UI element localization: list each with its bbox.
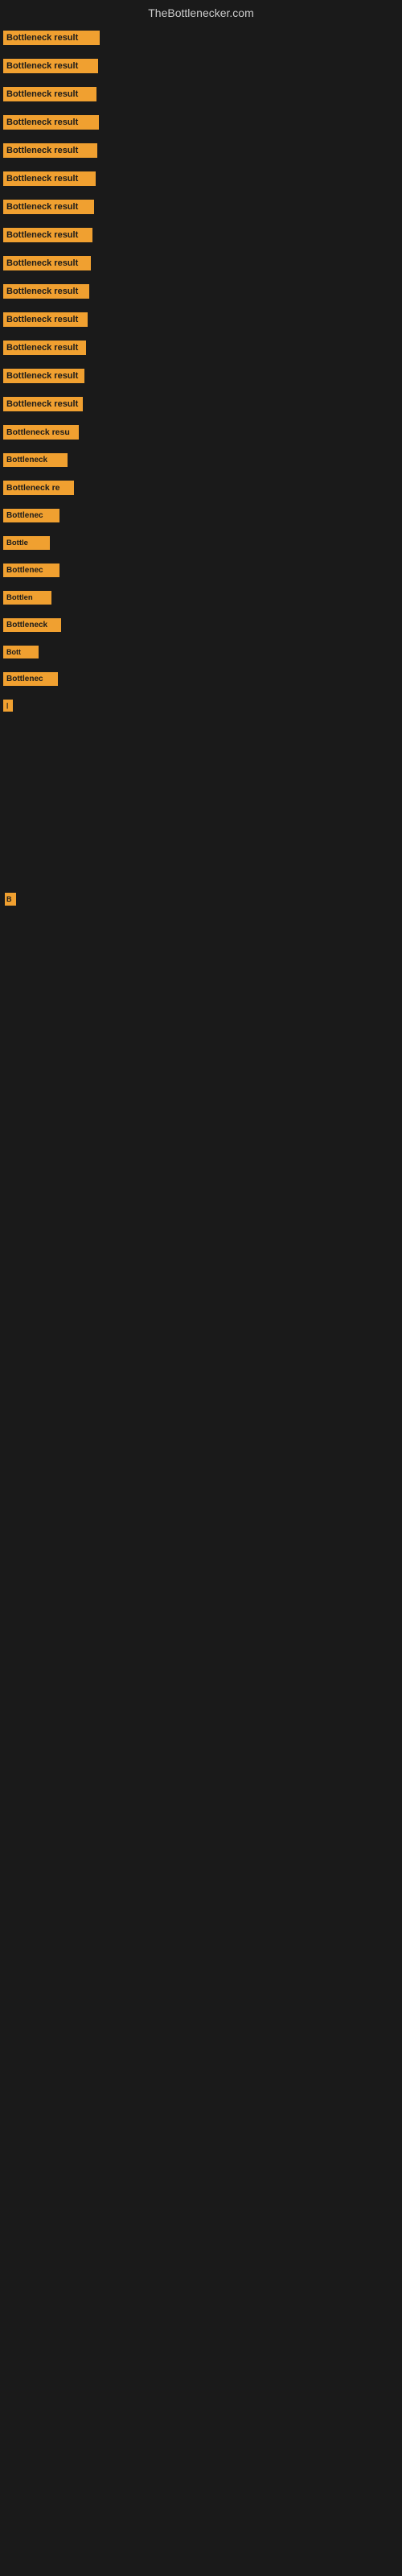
bottleneck-label-6: Bottleneck result	[3, 171, 96, 186]
bottleneck-label-16: Bottleneck	[3, 453, 68, 467]
bottleneck-item-13: Bottleneck result	[0, 364, 402, 392]
bottleneck-label-11: Bottleneck result	[3, 312, 88, 327]
bottleneck-item-24: Bottlenec	[0, 667, 402, 695]
site-title: TheBottlenecker.com	[0, 0, 402, 26]
bottleneck-item-8: Bottleneck result	[0, 223, 402, 251]
bottleneck-item-16: Bottleneck	[0, 448, 402, 476]
bottleneck-item-11: Bottleneck result	[0, 308, 402, 336]
bottleneck-label-3: Bottleneck result	[3, 87, 96, 101]
bottleneck-item-1: Bottleneck result	[0, 26, 402, 54]
bottleneck-label-14: Bottleneck result	[3, 397, 83, 411]
bottleneck-label-17: Bottleneck re	[3, 481, 74, 495]
bottleneck-item-17: Bottleneck re	[0, 476, 402, 504]
bottleneck-label-1: Bottleneck result	[3, 31, 100, 45]
bottleneck-label-4: Bottleneck result	[3, 115, 99, 130]
bottleneck-label-23: Bott	[3, 646, 39, 658]
lone-label: B	[5, 893, 16, 906]
bottleneck-item-19: Bottle	[0, 531, 402, 559]
bottleneck-label-15: Bottleneck resu	[3, 425, 79, 440]
bottleneck-item-20: Bottlenec	[0, 559, 402, 586]
bottleneck-item-10: Bottleneck result	[0, 279, 402, 308]
bottleneck-label-18: Bottlenec	[3, 509, 59, 522]
bottleneck-item-7: Bottleneck result	[0, 195, 402, 223]
bottleneck-item-12: Bottleneck result	[0, 336, 402, 364]
bottleneck-item-22: Bottleneck	[0, 613, 402, 641]
bottleneck-item-6: Bottleneck result	[0, 167, 402, 195]
bottleneck-label-25: |	[3, 700, 13, 712]
bottleneck-label-5: Bottleneck result	[3, 143, 97, 158]
bottleneck-item-3: Bottleneck result	[0, 82, 402, 110]
bottleneck-item-23: Bott	[0, 641, 402, 667]
bottleneck-item-4: Bottleneck result	[0, 110, 402, 138]
bottleneck-label-20: Bottlenec	[3, 564, 59, 577]
spacer-1	[0, 720, 402, 881]
bottleneck-label-8: Bottleneck result	[3, 228, 92, 242]
page-wrapper: TheBottlenecker.com Bottleneck resultBot…	[0, 0, 402, 1376]
bottleneck-item-25: |	[0, 695, 402, 720]
bottleneck-label-19: Bottle	[3, 536, 50, 550]
bottleneck-item-5: Bottleneck result	[0, 138, 402, 167]
bottleneck-label-12: Bottleneck result	[3, 341, 86, 355]
bottleneck-label-7: Bottleneck result	[3, 200, 94, 214]
bottleneck-item-14: Bottleneck result	[0, 392, 402, 420]
bottleneck-item-18: Bottlenec	[0, 504, 402, 531]
bottleneck-label-10: Bottleneck result	[3, 284, 89, 299]
bottleneck-item-15: Bottleneck resu	[0, 420, 402, 448]
bottleneck-list: Bottleneck result Bottleneck result Bottle…	[0, 26, 402, 720]
bottleneck-item-21: Bottlen	[0, 586, 402, 613]
bottleneck-item-9: Bottleneck result	[0, 251, 402, 279]
bottleneck-label-24: Bottlenec	[3, 672, 58, 686]
bottleneck-label-9: Bottleneck result	[3, 256, 91, 270]
bottleneck-label-2: Bottleneck result	[3, 59, 98, 73]
bottleneck-label-21: Bottlen	[3, 591, 51, 605]
lone-bottleneck-item: B	[0, 890, 402, 909]
bottleneck-label-22: Bottleneck	[3, 618, 61, 632]
bottleneck-item-2: Bottleneck result	[0, 54, 402, 82]
bottleneck-label-13: Bottleneck result	[3, 369, 84, 383]
spacer-bottom	[0, 909, 402, 1376]
